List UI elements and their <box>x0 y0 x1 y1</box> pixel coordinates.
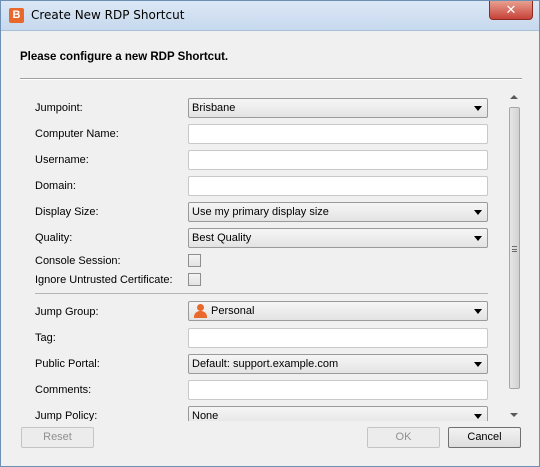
username-label: Username: <box>35 154 89 166</box>
comments-input[interactable] <box>188 380 488 400</box>
scroll-down-arrow-icon[interactable] <box>510 413 518 417</box>
display-size-label: Display Size: <box>35 206 99 218</box>
username-input[interactable] <box>188 150 488 170</box>
page-heading: Please configure a new RDP Shortcut. <box>20 51 229 63</box>
title-bar[interactable]: B Create New RDP Shortcut ✕ <box>1 1 539 31</box>
dropdown-arrow-icon <box>474 236 482 241</box>
form-scroll-area: Jumpoint: Brisbane Computer Name: Userna… <box>20 91 508 421</box>
dialog-content: Please configure a new RDP Shortcut. Jum… <box>8 32 532 461</box>
app-logo-icon: B <box>9 8 24 23</box>
jumpoint-label: Jumpoint: <box>35 102 83 114</box>
close-button[interactable]: ✕ <box>489 1 533 20</box>
ignore-untrusted-label: Ignore Untrusted Certificate: <box>35 274 173 286</box>
reset-button[interactable]: Reset <box>21 427 94 448</box>
console-session-label: Console Session: <box>35 255 121 267</box>
quality-select[interactable]: Best Quality <box>188 228 488 248</box>
jumpoint-select[interactable]: Brisbane <box>188 98 488 118</box>
dialog-window: B Create New RDP Shortcut ✕ Please confi… <box>0 0 540 467</box>
console-session-checkbox[interactable] <box>188 254 201 267</box>
dropdown-arrow-icon <box>474 106 482 111</box>
computer-name-label: Computer Name: <box>35 128 119 140</box>
ok-button[interactable]: OK <box>367 427 440 448</box>
jump-group-select[interactable]: Personal <box>188 301 488 321</box>
tag-label: Tag: <box>35 332 56 344</box>
grip-icon <box>512 246 517 252</box>
domain-input[interactable] <box>188 176 488 196</box>
public-portal-select[interactable]: Default: support.example.com <box>188 354 488 374</box>
comments-label: Comments: <box>35 384 92 396</box>
scroll-up-arrow-icon[interactable] <box>510 95 518 99</box>
window-title: Create New RDP Shortcut <box>31 8 185 22</box>
computer-name-input[interactable] <box>188 124 488 144</box>
jump-policy-label: Jump Policy: <box>35 410 98 421</box>
jump-policy-select[interactable]: None <box>188 406 488 421</box>
dropdown-arrow-icon <box>474 414 482 419</box>
dropdown-arrow-icon <box>474 309 482 314</box>
public-portal-value: Default: support.example.com <box>192 358 339 370</box>
quality-value: Best Quality <box>192 232 252 244</box>
cancel-button[interactable]: Cancel <box>448 427 521 448</box>
jump-policy-value: None <box>192 410 219 421</box>
person-icon <box>193 304 207 318</box>
domain-label: Domain: <box>35 180 76 192</box>
dropdown-arrow-icon <box>474 362 482 367</box>
ignore-untrusted-checkbox[interactable] <box>188 273 201 286</box>
quality-label: Quality: <box>35 232 73 244</box>
display-size-select[interactable]: Use my primary display size <box>188 202 488 222</box>
jump-group-label: Jump Group: <box>35 306 99 318</box>
dropdown-arrow-icon <box>474 210 482 215</box>
scrollbar-thumb[interactable] <box>509 107 520 389</box>
public-portal-label: Public Portal: <box>35 358 100 370</box>
header-divider <box>20 78 522 80</box>
tag-input[interactable] <box>188 328 488 348</box>
section-divider <box>35 293 488 294</box>
form-scrollbar[interactable] <box>506 91 523 421</box>
display-size-value: Use my primary display size <box>192 206 329 218</box>
jump-group-value: Personal <box>211 305 255 317</box>
jumpoint-value: Brisbane <box>192 102 236 114</box>
